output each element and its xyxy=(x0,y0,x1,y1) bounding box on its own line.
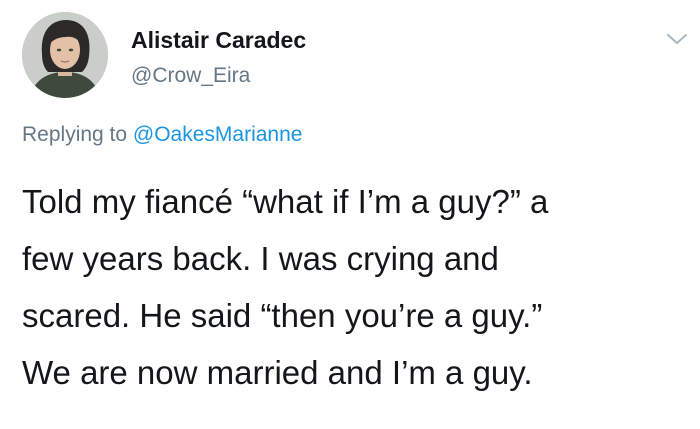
tweet-text-line: We are now married and I’m a guy. xyxy=(22,354,533,391)
tweet-card: Alistair Caradec @Crow_Eira Replying to … xyxy=(0,0,700,429)
tweet-text: Told my fiancé “what if I’m a guy?” a fe… xyxy=(22,173,682,401)
avatar-illustration xyxy=(22,12,108,98)
chevron-down-icon[interactable] xyxy=(664,29,690,49)
mention-link[interactable]: @OakesMarianne xyxy=(133,123,303,146)
user-handle[interactable]: @Crow_Eira xyxy=(131,64,250,88)
avatar[interactable] xyxy=(22,12,108,98)
tweet-text-line: Told my fiancé “what if I’m a guy?” a xyxy=(22,183,549,220)
display-name[interactable]: Alistair Caradec xyxy=(131,27,306,54)
tweet-text-line: scared. He said “then you’re a guy.” xyxy=(22,297,543,334)
tweet-text-line: few years back. I was crying and xyxy=(22,240,499,277)
replying-to: Replying to @OakesMarianne xyxy=(22,123,302,147)
replying-to-label: Replying to xyxy=(22,123,133,146)
